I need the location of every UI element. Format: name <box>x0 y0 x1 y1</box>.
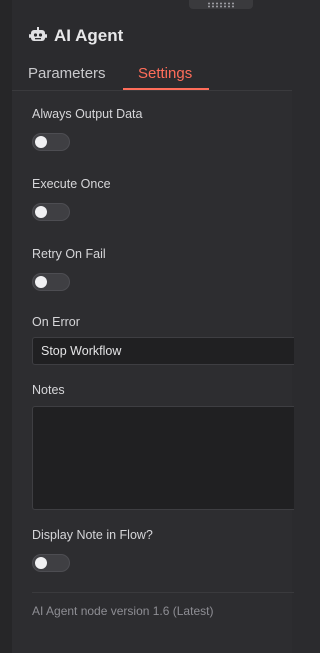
notes-textarea[interactable] <box>32 406 294 510</box>
retry-on-fail-toggle[interactable] <box>32 273 70 291</box>
toggle-knob <box>35 206 47 218</box>
on-error-select[interactable]: Stop Workflow <box>32 337 294 365</box>
toggle-knob <box>35 276 47 288</box>
tab-parameters[interactable]: Parameters <box>28 65 106 82</box>
panel-title: AI Agent <box>54 26 124 45</box>
panel-header: AI Agent <box>12 15 292 57</box>
settings-panel: Always Output Data Execute Once Retry On… <box>12 91 294 653</box>
always-output-data-toggle[interactable] <box>32 133 70 151</box>
toggle-knob <box>35 136 47 148</box>
drag-grip-icon <box>207 1 235 8</box>
always-output-data-label: Always Output Data <box>32 107 143 121</box>
footer-divider <box>32 592 294 593</box>
execute-once-label: Execute Once <box>32 177 111 191</box>
active-tab-indicator <box>123 88 209 90</box>
display-note-toggle[interactable] <box>32 554 70 572</box>
drag-handle[interactable] <box>189 0 253 9</box>
execute-once-toggle[interactable] <box>32 203 70 221</box>
left-gutter <box>0 0 12 653</box>
retry-on-fail-label: Retry On Fail <box>32 247 106 261</box>
robot-icon <box>29 27 47 41</box>
on-error-label: On Error <box>32 315 80 329</box>
display-note-label: Display Note in Flow? <box>32 528 153 542</box>
notes-label: Notes <box>32 383 65 397</box>
tab-bar: Parameters Settings <box>12 62 292 91</box>
node-version-text: AI Agent node version 1.6 (Latest) <box>32 604 214 618</box>
toggle-knob <box>35 557 47 569</box>
tab-settings[interactable]: Settings <box>138 65 192 82</box>
